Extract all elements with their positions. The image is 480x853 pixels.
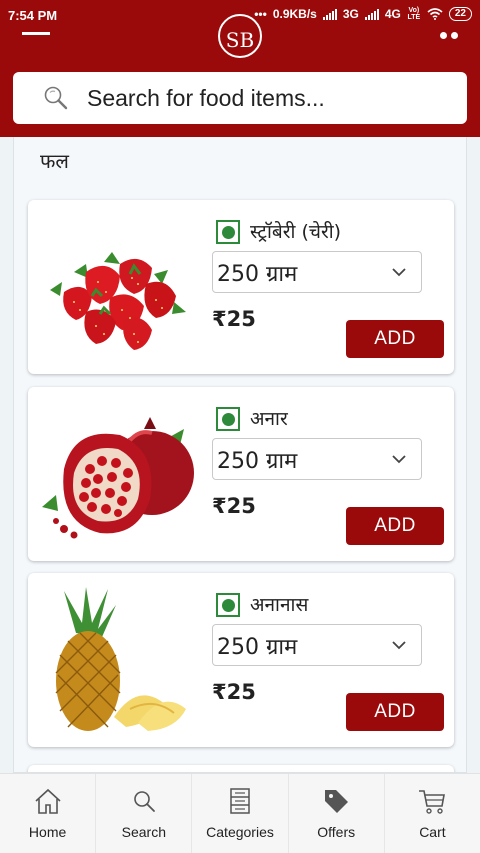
offers-tag-icon xyxy=(325,790,349,813)
bottom-navigation: Home Search Categories Offers Cart xyxy=(0,773,480,853)
strawberry-image xyxy=(50,252,186,350)
status-network-3g: 3G xyxy=(342,7,359,21)
quantity-dropdown[interactable]: 250 ग्राम xyxy=(212,251,422,293)
product-name: स्ट्रॉबेरी (चेरी) xyxy=(250,221,342,243)
add-to-cart-button[interactable]: ADD xyxy=(346,320,444,358)
app-header: SB Search for food items... xyxy=(0,14,480,137)
status-dots: ••• xyxy=(254,7,267,21)
product-price: ₹25 xyxy=(212,307,256,331)
nav-cart[interactable]: Cart xyxy=(385,774,480,853)
brand-logo: SB xyxy=(218,14,262,58)
product-price: ₹25 xyxy=(212,680,256,704)
veg-indicator-icon xyxy=(216,407,240,431)
pomegranate-image xyxy=(42,417,194,539)
pineapple-image xyxy=(55,587,186,731)
status-indicators: ••• 0.9KB/s 3G 4G Vo) LTE 22 xyxy=(254,7,472,21)
logo-text: SB xyxy=(225,28,255,52)
wifi-icon xyxy=(427,8,443,20)
cart-icon xyxy=(419,790,446,814)
quantity-value: 250 ग्राम xyxy=(217,262,298,287)
search-icon xyxy=(44,86,68,110)
veg-indicator-icon xyxy=(216,593,240,617)
quantity-value: 250 ग्राम xyxy=(217,635,298,660)
chevron-down-icon xyxy=(392,641,406,650)
menu-icon[interactable] xyxy=(22,32,50,38)
nav-categories-label: Categories xyxy=(206,824,274,840)
product-name: अनार xyxy=(250,408,288,430)
product-list: फल स्ट्रॉबेरी (चेरी) 250 ग्राम ₹25 ADD अ… xyxy=(13,137,467,773)
nav-offers[interactable]: Offers xyxy=(289,774,385,853)
signal-icon xyxy=(364,8,379,20)
nav-search[interactable]: Search xyxy=(96,774,193,853)
quantity-dropdown[interactable]: 250 ग्राम xyxy=(212,624,422,666)
product-price: ₹25 xyxy=(212,494,256,518)
search-placeholder: Search for food items... xyxy=(87,84,325,111)
signal-icon xyxy=(322,8,337,20)
add-to-cart-button[interactable]: ADD xyxy=(346,507,444,545)
status-data-rate: 0.9KB/s xyxy=(272,7,317,21)
product-card: अनानास 250 ग्राम ₹25 ADD xyxy=(28,573,454,747)
categories-icon xyxy=(230,788,250,814)
product-card: अनार 250 ग्राम ₹25 ADD xyxy=(28,387,454,561)
nav-search-label: Search xyxy=(121,824,166,840)
volte-icon: Vo) LTE xyxy=(407,7,421,21)
chevron-down-icon xyxy=(392,455,406,464)
section-title: फल xyxy=(40,149,69,173)
product-card: स्ट्रॉबेरी (चेरी) 250 ग्राम ₹25 ADD xyxy=(28,200,454,374)
status-network-4g: 4G xyxy=(384,7,401,21)
more-options-icon[interactable] xyxy=(440,32,458,39)
quantity-value: 250 ग्राम xyxy=(217,449,298,474)
status-time: 7:54 PM xyxy=(8,8,58,23)
nav-categories[interactable]: Categories xyxy=(192,774,289,853)
search-bar[interactable]: Search for food items... xyxy=(13,72,467,124)
chevron-down-icon xyxy=(392,268,406,277)
product-card xyxy=(28,765,454,772)
search-icon xyxy=(133,791,155,812)
veg-indicator-icon xyxy=(216,220,240,244)
add-to-cart-button[interactable]: ADD xyxy=(346,693,444,731)
quantity-dropdown[interactable]: 250 ग्राम xyxy=(212,438,422,480)
product-name: अनानास xyxy=(250,594,309,616)
nav-cart-label: Cart xyxy=(419,824,446,840)
home-icon xyxy=(35,788,61,814)
nav-home-label: Home xyxy=(28,824,67,840)
battery-icon: 22 xyxy=(448,7,472,21)
nav-offers-label: Offers xyxy=(317,824,356,840)
nav-home[interactable]: Home xyxy=(0,774,97,853)
